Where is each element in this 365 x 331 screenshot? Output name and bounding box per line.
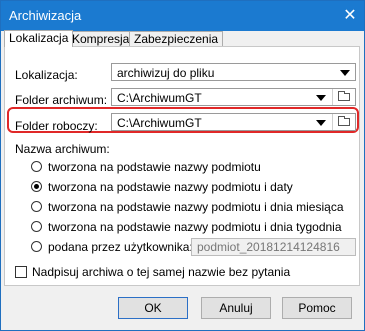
location-value: archiwizuj do pliku (117, 66, 215, 80)
radio-label: tworzona na podstawie nazwy podmiotu (48, 160, 261, 174)
radio-label: tworzona na podstawie nazwy podmiotu i d… (48, 200, 344, 214)
radio-button[interactable] (31, 221, 42, 232)
location-label: Lokalizacja: (15, 68, 78, 82)
location-dropdown[interactable]: archiwizuj do pliku (111, 63, 356, 81)
help-button[interactable]: Pomoc (282, 297, 352, 319)
archive-folder-label: Folder archiwum: (15, 93, 108, 107)
archive-folder-value: C:\ArchiwumGT (117, 91, 202, 105)
tab-bar: Lokalizacja Kompresja Zabezpieczenia (1, 30, 364, 47)
chevron-down-icon (340, 70, 350, 76)
folder-icon (338, 116, 350, 126)
radio-label: tworzona na podstawie nazwy podmiotu i d… (48, 180, 293, 194)
archive-name-label: Nazwa archiwum: (15, 142, 110, 156)
tab-kompresja[interactable]: Kompresja (67, 31, 135, 46)
working-folder-dropdown[interactable]: C:\ArchiwumGT (111, 113, 356, 131)
radio-label: tworzona na podstawie nazwy podmiotu i d… (48, 220, 342, 234)
tab-zabezpieczenia[interactable]: Zabezpieczenia (129, 31, 224, 46)
radio-button[interactable] (31, 201, 42, 212)
working-folder-value: C:\ArchiwumGT (117, 116, 202, 130)
archive-dialog: Archiwizacja ✕ Lokalizacja Kompresja Zab… (0, 0, 365, 331)
browse-working-folder-button[interactable] (332, 114, 355, 130)
radio-button[interactable] (31, 161, 42, 172)
working-folder-label: Folder roboczy: (15, 119, 98, 133)
custom-archive-name-input[interactable]: podmiot_20181214124816 (191, 238, 356, 256)
radio-button[interactable] (31, 241, 42, 252)
chevron-down-icon (316, 120, 326, 126)
cancel-button[interactable]: Anuluj (201, 297, 271, 319)
overwrite-checkbox[interactable] (15, 266, 27, 278)
radio-button[interactable] (31, 181, 42, 192)
ok-button[interactable]: OK (118, 297, 188, 319)
window-title: Archiwizacja (9, 8, 82, 23)
overwrite-label: Nadpisuj archiwa o tej samej nazwie bez … (32, 265, 291, 279)
title-bar: Archiwizacja ✕ (1, 1, 364, 31)
archive-folder-dropdown[interactable]: C:\ArchiwumGT (111, 88, 356, 106)
chevron-down-icon (316, 95, 326, 101)
tab-lokalizacja[interactable]: Lokalizacja (4, 30, 74, 47)
radio-label: podana przez użytkownika: (48, 240, 193, 254)
close-icon[interactable]: ✕ (340, 6, 360, 26)
folder-icon (338, 91, 350, 101)
browse-archive-folder-button[interactable] (332, 89, 355, 105)
